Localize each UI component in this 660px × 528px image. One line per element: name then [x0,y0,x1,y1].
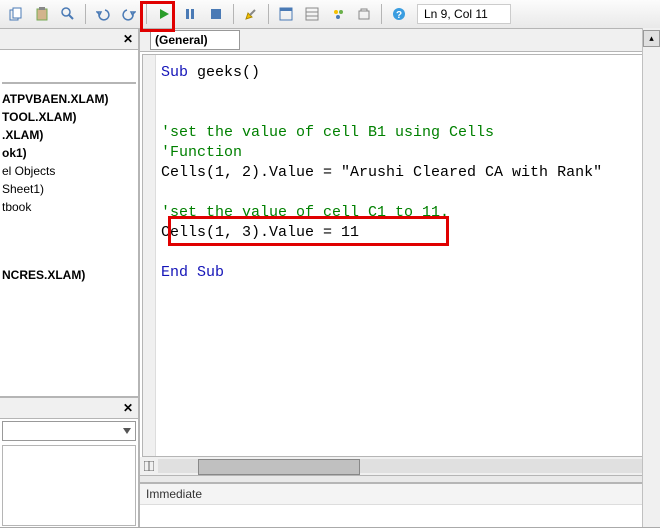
scrollbar-thumb[interactable] [198,459,360,475]
tree-item[interactable]: ATPVBAEN.XLAM) [2,90,136,108]
tree-item[interactable]: ok1) [2,144,136,162]
properties-dropdown[interactable] [2,421,136,441]
tree-item[interactable]: tbook [2,198,136,216]
tree-item[interactable]: .XLAM) [2,126,136,144]
object-browser-icon[interactable] [326,2,350,26]
project-explorer-pane: ✕ ATPVBAEN.XLAM) TOOL.XLAM) .XLAM) ok1) … [0,29,140,528]
code-editor[interactable]: Sub geeks() 'set the value of cell B1 us… [142,54,658,457]
properties-pane: ✕ [0,397,138,528]
design-mode-icon[interactable] [239,2,263,26]
tree-item[interactable]: TOOL.XLAM) [2,108,136,126]
paste-icon[interactable] [30,2,54,26]
cursor-position: Ln 9, Col 11 [417,4,511,24]
immediate-window[interactable]: Immediate [140,483,660,528]
scroll-up-icon[interactable]: ▴ [643,30,660,47]
tree-item[interactable]: NCRES.XLAM) [2,266,136,284]
object-selector-value: (General) [155,33,208,47]
close-icon[interactable]: ✕ [120,31,136,47]
horizontal-scrollbar[interactable] [140,457,660,475]
vertical-scrollbar[interactable]: ▴ [642,28,660,528]
pause-icon[interactable] [178,2,202,26]
copy-icon[interactable] [4,2,28,26]
run-icon[interactable] [152,2,176,26]
stop-icon[interactable] [204,2,228,26]
undo-icon[interactable] [91,2,115,26]
tree-item[interactable]: el Objects [2,162,136,180]
main-toolbar: ? Ln 9, Col 11 [0,0,660,29]
tree-item[interactable]: Sheet1) [2,180,136,198]
project-explorer-icon[interactable] [274,2,298,26]
find-icon[interactable] [56,2,80,26]
immediate-title: Immediate [140,484,660,505]
properties-icon[interactable] [300,2,324,26]
close-icon[interactable]: ✕ [120,400,136,416]
toolbox-icon[interactable] [352,2,376,26]
split-view-icon[interactable] [144,461,154,471]
properties-grid[interactable] [2,445,136,526]
project-tree[interactable]: ATPVBAEN.XLAM) TOOL.XLAM) .XLAM) ok1) el… [0,50,138,397]
editor-gutter [143,55,156,456]
code-pane: (General) Sub geeks() 'set the value of … [140,29,660,528]
code-text: Sub geeks() 'set the value of cell B1 us… [161,63,602,283]
svg-text:?: ? [396,10,402,21]
redo-icon[interactable] [117,2,141,26]
help-icon[interactable]: ? [387,2,411,26]
pane-splitter[interactable] [140,475,660,483]
object-selector-dropdown[interactable]: (General) [150,30,240,50]
